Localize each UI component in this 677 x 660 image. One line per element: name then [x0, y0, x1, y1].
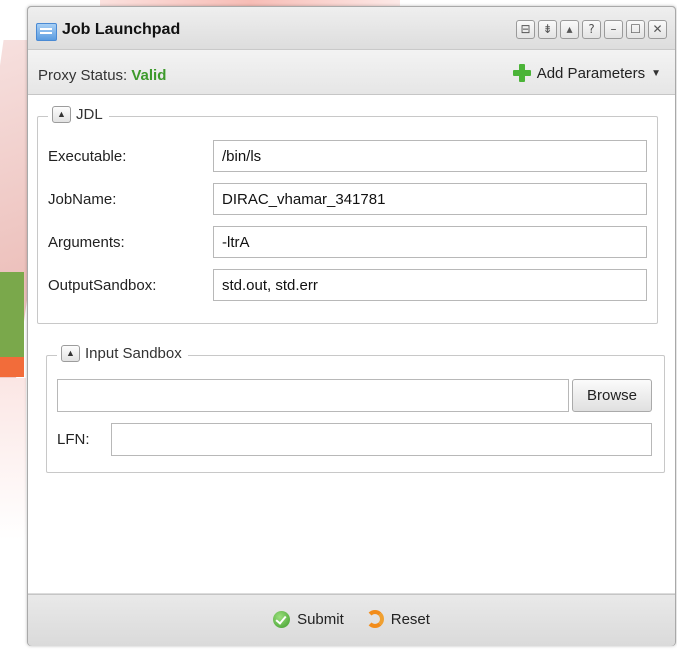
outputsandbox-label: OutputSandbox:: [48, 277, 157, 294]
executable-field[interactable]: /bin/ls: [213, 140, 647, 172]
help-icon[interactable]: ?: [582, 20, 601, 39]
background-decoration: [0, 272, 24, 357]
jobname-label: JobName:: [48, 191, 117, 208]
arguments-row: Arguments: -ltrA: [48, 226, 647, 260]
proxy-toolbar: Proxy Status: Valid Add Parameters ▼: [28, 50, 675, 95]
jobname-row: JobName: DIRAC_vhamar_341781: [48, 183, 647, 217]
background-decoration: [0, 357, 24, 377]
submit-label: Submit: [297, 610, 344, 628]
close-icon[interactable]: ✕: [648, 20, 667, 39]
outputsandbox-field[interactable]: std.out, std.err: [213, 269, 647, 301]
window-tools: ⊟ ⇟ ▴ ? – ☐ ✕: [516, 20, 667, 39]
window-footer: Submit Reset: [28, 594, 675, 646]
executable-row: Executable: /bin/ls: [48, 140, 647, 174]
form-content: ▲ JDL Executable: /bin/ls JobName: DIRAC…: [28, 95, 675, 593]
outputsandbox-row: OutputSandbox: std.out, std.err: [48, 269, 647, 303]
job-launchpad-window: Job Launchpad ⊟ ⇟ ▴ ? – ☐ ✕ Proxy Status…: [27, 6, 676, 646]
arguments-label: Arguments:: [48, 234, 125, 251]
minimize-icon[interactable]: –: [604, 20, 623, 39]
footer-buttons: Submit Reset: [28, 610, 675, 628]
jdl-legend-label: JDL: [76, 106, 103, 123]
proxy-status: Proxy Status: Valid: [38, 67, 166, 84]
jdl-fieldset: ▲ JDL Executable: /bin/ls JobName: DIRAC…: [37, 106, 658, 324]
arguments-field[interactable]: -ltrA: [213, 226, 647, 258]
collapse-input-sandbox-button[interactable]: ▲: [61, 345, 80, 362]
jobname-field[interactable]: DIRAC_vhamar_341781: [213, 183, 647, 215]
proxy-status-label: Proxy Status:: [38, 67, 128, 84]
chevron-down-icon: ▼: [651, 67, 661, 79]
window-title: Job Launchpad: [62, 21, 181, 38]
pin-icon[interactable]: ⇟: [538, 20, 557, 39]
reset-label: Reset: [390, 610, 430, 628]
lfn-input[interactable]: [111, 423, 652, 456]
lfn-label: LFN:: [57, 431, 90, 448]
toggle-panel-icon[interactable]: ⊟: [516, 20, 535, 39]
collapse-jdl-button[interactable]: ▲: [52, 106, 71, 123]
add-parameters-button[interactable]: Add Parameters ▼: [512, 64, 661, 82]
executable-label: Executable:: [48, 148, 127, 165]
proxy-status-value: Valid: [131, 67, 167, 84]
file-input[interactable]: [57, 379, 569, 412]
background-decoration: [0, 378, 26, 648]
add-parameters-label: Add Parameters: [536, 64, 646, 82]
refresh-icon: [365, 610, 384, 628]
input-sandbox-fieldset: ▲ Input Sandbox Browse LFN:: [46, 345, 665, 473]
maximize-icon[interactable]: ☐: [626, 20, 645, 39]
submit-button[interactable]: Submit: [273, 610, 344, 628]
jdl-legend: ▲ JDL: [48, 106, 109, 123]
browse-button[interactable]: Browse: [572, 379, 652, 412]
check-circle-icon: [273, 610, 291, 628]
window-titlebar[interactable]: Job Launchpad ⊟ ⇟ ▴ ? – ☐ ✕: [28, 7, 675, 50]
app-window-icon: [36, 23, 57, 41]
input-sandbox-legend-label: Input Sandbox: [85, 345, 182, 362]
collapse-icon[interactable]: ▴: [560, 20, 579, 39]
plus-icon: [512, 64, 531, 82]
input-sandbox-legend: ▲ Input Sandbox: [57, 345, 188, 362]
reset-button[interactable]: Reset: [365, 610, 430, 628]
